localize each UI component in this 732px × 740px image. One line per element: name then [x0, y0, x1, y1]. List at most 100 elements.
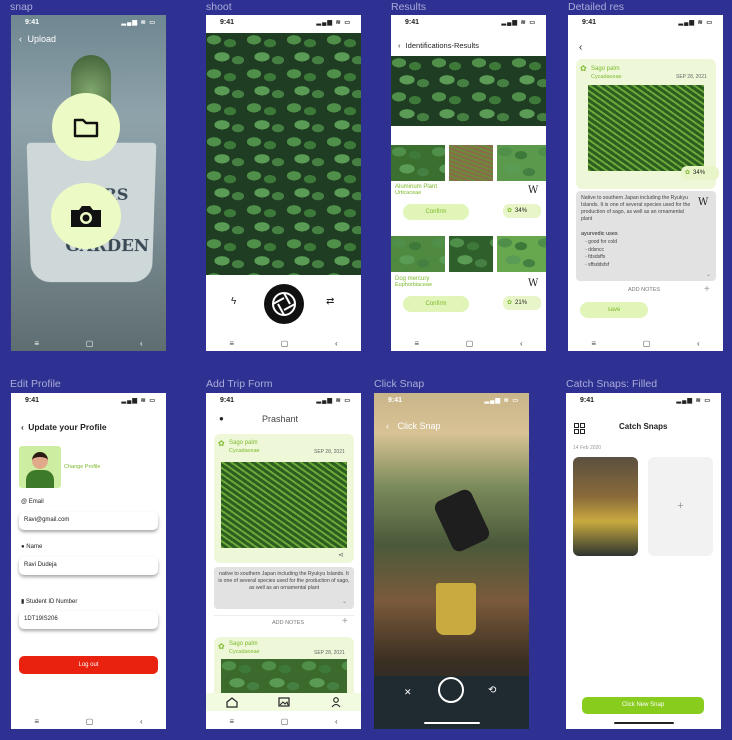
leaf-icon: ✿: [218, 439, 225, 448]
result-thumb[interactable]: [497, 236, 546, 272]
gallery-icon[interactable]: [278, 697, 291, 707]
result-item: Aluminum Plant Urticaceae: [395, 184, 437, 196]
results-header[interactable]: ‹ Identifications-Results: [398, 41, 479, 50]
nav-home-icon[interactable]: ▢: [281, 717, 289, 726]
nav-menu-icon[interactable]: ≡: [591, 339, 596, 348]
leaf-icon: ✿: [685, 170, 691, 176]
home-icon[interactable]: [226, 696, 238, 708]
grid-menu-icon[interactable]: [574, 421, 585, 439]
upload-back-button[interactable]: ‹ Upload: [19, 34, 56, 44]
folder-button[interactable]: [52, 93, 120, 161]
nav-back-icon[interactable]: ‹: [335, 339, 338, 348]
status-bar: 9:41 ▂▄▆ ≋ ▭: [206, 393, 361, 409]
snap-thumbnail[interactable]: [573, 457, 638, 556]
confidence-value: 21%: [515, 300, 528, 306]
nav-home-icon[interactable]: ▢: [643, 339, 651, 348]
student-id-field[interactable]: 1DT19IS206: [19, 611, 158, 629]
change-profile-link[interactable]: Change Profile: [64, 464, 100, 470]
nav-back-icon[interactable]: ‹: [697, 339, 700, 348]
nav-home-icon[interactable]: ▢: [86, 339, 94, 348]
click-new-snap-button[interactable]: Click New Snap: [582, 697, 704, 714]
frame-label-snap: snap: [10, 1, 33, 13]
confirm-button[interactable]: Confirm: [403, 204, 469, 220]
use-text: good for cold: [588, 239, 618, 245]
flash-icon[interactable]: ϟ: [231, 296, 236, 307]
nav-back-icon[interactable]: ‹: [520, 339, 523, 348]
result-thumb[interactable]: [497, 145, 546, 181]
leaf-icon: ✿: [218, 642, 225, 651]
plus-icon[interactable]: +: [704, 284, 710, 295]
plant-date: SEP 28, 2021: [314, 650, 345, 656]
plant-description: Native to southern Japan including the R…: [581, 195, 691, 222]
nav-menu-icon[interactable]: ≡: [229, 339, 234, 348]
nav-menu-icon[interactable]: ≡: [229, 717, 234, 726]
chevron-down-icon[interactable]: ⌄: [706, 271, 711, 278]
nav-back-icon[interactable]: ‹: [335, 717, 338, 726]
back-button[interactable]: ‹: [579, 42, 582, 53]
result-item: Dog mercury Euphorbiaceae: [395, 276, 432, 288]
status-icons: ▂▄▆ ≋ ▭: [316, 20, 351, 26]
click-snap-header[interactable]: ‹ Click Snap: [386, 421, 441, 431]
add-snap-tile[interactable]: +: [648, 457, 713, 556]
nav-bar: ≡ ▢ ‹: [568, 335, 723, 351]
chevron-down-icon[interactable]: ⌄: [342, 598, 347, 605]
avatar-body: [26, 470, 54, 488]
shutter-button[interactable]: [438, 677, 464, 703]
email-field[interactable]: Ravi@gmail.com: [19, 512, 158, 530]
plant-name: Sago palm: [591, 66, 620, 72]
use-item: ◦ fdsdsffs: [585, 254, 606, 260]
at-icon: @: [21, 499, 28, 505]
confidence-badge: ✿ 34%: [503, 204, 541, 218]
leaf-icon: ✿: [507, 208, 513, 214]
nav-home-icon[interactable]: ▢: [86, 717, 94, 726]
nav-back-icon[interactable]: ‹: [140, 717, 143, 726]
screen-snap: ERS GARDEN 9:41 ▂▄▆ ≋ ▭ ‹ Upload ≡ ▢ ‹: [11, 15, 166, 351]
flip-camera-icon[interactable]: ⇄: [326, 296, 334, 307]
add-notes-row[interactable]: ADD NOTES +: [576, 284, 716, 298]
wikipedia-icon[interactable]: W: [528, 278, 538, 289]
screen-results: 9:41 ▂▄▆ ≋ ▭ ‹ Identifications-Results A…: [391, 15, 546, 351]
use-item: ◦ sffsddsfsf: [585, 261, 610, 268]
add-notes-row[interactable]: ADD NOTES +: [214, 615, 354, 630]
avatar[interactable]: [19, 446, 61, 488]
nav-menu-icon[interactable]: ≡: [34, 717, 39, 726]
plus-icon[interactable]: +: [342, 616, 348, 627]
wikipedia-icon[interactable]: W: [698, 197, 708, 208]
camera-button[interactable]: [51, 183, 121, 249]
nav-menu-icon[interactable]: ≡: [414, 339, 419, 348]
back-icon: ‹: [398, 41, 401, 50]
plant-photo: [221, 659, 347, 697]
plant-name: Sago palm: [229, 641, 258, 647]
shutter-button[interactable]: [264, 284, 304, 324]
frame-label-catch-snaps: Catch Snaps: Filled: [566, 378, 658, 390]
profile-icon[interactable]: [331, 696, 341, 708]
name-label-text: Name: [26, 544, 43, 550]
query-photo: [391, 56, 546, 126]
confirm-button[interactable]: Confirm: [403, 296, 469, 312]
aperture-icon: [272, 292, 296, 316]
nav-home-icon[interactable]: ▢: [281, 339, 289, 348]
status-bar: 9:41 ▂▄▆ ≋ ▭: [568, 15, 723, 31]
result-thumb[interactable]: [449, 145, 493, 181]
result-thumb[interactable]: [391, 236, 445, 272]
nav-menu-icon[interactable]: ≡: [34, 339, 39, 348]
nav-back-icon[interactable]: ‹: [140, 339, 143, 348]
nav-bar: ≡ ▢ ‹: [391, 335, 546, 351]
logout-button[interactable]: Log out: [19, 656, 158, 674]
save-button[interactable]: save: [580, 302, 648, 318]
wikipedia-icon[interactable]: W: [528, 185, 538, 196]
add-notes-label: ADD NOTES: [628, 287, 661, 293]
result-thumb[interactable]: [449, 236, 493, 272]
confidence-badge: ✿ 21%: [503, 296, 541, 310]
name-label: ● Name: [21, 544, 42, 550]
flip-camera-icon[interactable]: ⟲: [488, 685, 496, 696]
user-icon[interactable]: ●: [219, 414, 224, 423]
share-icon[interactable]: ⋖: [338, 551, 344, 559]
user-name: Prashant: [262, 414, 299, 424]
flash-off-icon[interactable]: ✕: [404, 687, 412, 698]
name-field[interactable]: Ravi Dudeja: [19, 557, 158, 575]
status-icons: ▂▄▆ ≋ ▭: [501, 20, 536, 26]
profile-header[interactable]: ‹ Update your Profile: [21, 422, 107, 432]
nav-home-icon[interactable]: ▢: [466, 339, 474, 348]
result-thumb[interactable]: [391, 145, 445, 181]
